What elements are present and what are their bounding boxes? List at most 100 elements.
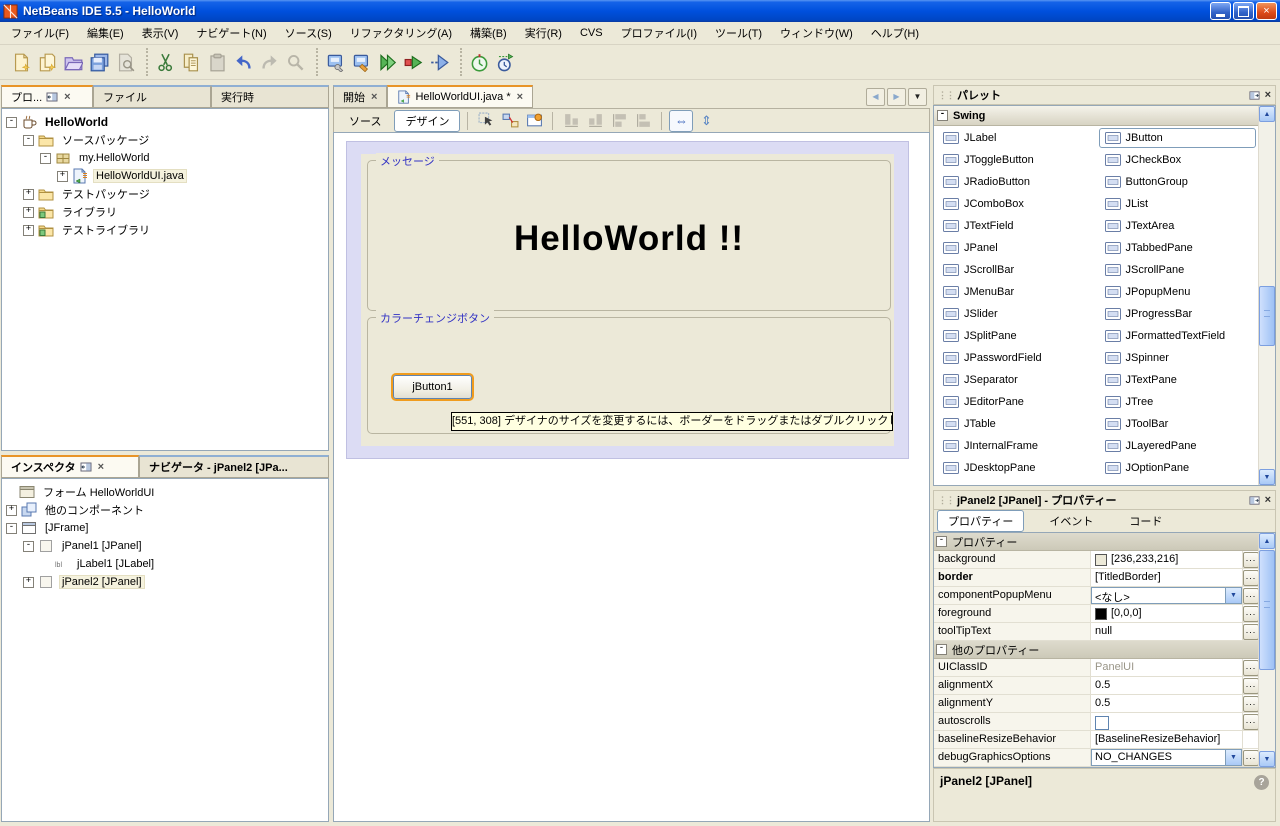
palette-item-jlayeredpane[interactable]: JLayeredPane [1099, 436, 1257, 456]
help-icon[interactable]: ? [1254, 775, 1269, 790]
scroll-tabs-right-icon[interactable]: ▶ [887, 88, 906, 106]
scroll-tabs-left-icon[interactable]: ◀ [866, 88, 885, 106]
palette-item-jformattedtextfield[interactable]: JFormattedTextField [1099, 326, 1257, 346]
property-row-alignmentY[interactable]: alignmentY0.5... [934, 695, 1259, 713]
collapse-section-icon[interactable]: - [936, 536, 947, 547]
palette-item-jprogressbar[interactable]: JProgressBar [1099, 304, 1257, 324]
dock-right-icon[interactable] [1249, 90, 1260, 101]
tab-code[interactable]: コード [1118, 510, 1173, 532]
menu-edit[interactable]: 編集(E) [78, 22, 133, 44]
palette-item-jtree[interactable]: JTree [1099, 392, 1257, 412]
ellipsis-button[interactable]: ... [1243, 750, 1259, 766]
palette-item-jsplitpane[interactable]: JSplitPane [937, 326, 1095, 346]
source-view-button[interactable]: ソース [338, 110, 392, 132]
new-project-icon[interactable] [34, 49, 60, 75]
collapse-section-icon[interactable]: - [936, 644, 947, 655]
close-tab-icon[interactable]: × [517, 91, 523, 103]
property-row-alignmentX[interactable]: alignmentX0.5... [934, 677, 1259, 695]
menu-cvs[interactable]: CVS [571, 24, 612, 42]
property-section-header[interactable]: -他のプロパティー [934, 641, 1259, 659]
tab-events[interactable]: イベント [1038, 510, 1104, 532]
menu-source[interactable]: ソース(S) [276, 22, 341, 44]
scrollbar-thumb[interactable] [1259, 550, 1275, 670]
palette-item-jpopupmenu[interactable]: JPopupMenu [1099, 282, 1257, 302]
inspector-tree-node-2[interactable]: -[JFrame] [2, 519, 328, 537]
property-row-background[interactable]: background[236,233,216]... [934, 551, 1259, 569]
dock-right-icon[interactable] [1249, 495, 1260, 506]
minimize-button[interactable] [1210, 2, 1231, 20]
undo-icon[interactable] [230, 49, 256, 75]
jpanel1-message-panel[interactable]: メッセージ HelloWorld !! [367, 160, 891, 311]
palette-item-jslider[interactable]: JSlider [937, 304, 1095, 324]
profile-attach-icon[interactable] [492, 49, 518, 75]
projects-tree-node-4[interactable]: +テストパッケージ [2, 185, 328, 203]
projects-tree-node-6[interactable]: +テストライブラリ [2, 221, 328, 239]
property-section-header[interactable]: -プロパティー [934, 533, 1259, 551]
dock-window-icon[interactable] [80, 461, 92, 473]
design-canvas[interactable]: メッセージ HelloWorld !! カラーチェンジボタン jButton1 … [333, 132, 930, 822]
tab-list-dropdown-icon[interactable]: ▼ [908, 88, 927, 106]
tree-expander-icon[interactable]: + [57, 171, 68, 182]
auto-resize-vertical-icon[interactable]: ⇕ [695, 111, 717, 131]
palette-item-jlabel[interactable]: JLabel [937, 128, 1095, 148]
property-value[interactable]: NO_CHANGES▼ [1091, 749, 1242, 766]
ellipsis-button[interactable]: ... [1243, 606, 1259, 622]
palette-item-jscrollpane[interactable]: JScrollPane [1099, 260, 1257, 280]
connection-mode-icon[interactable] [499, 111, 521, 131]
scroll-up-icon[interactable]: ▲ [1259, 106, 1275, 122]
scroll-down-icon[interactable]: ▼ [1259, 469, 1275, 485]
palette-item-jscrollbar[interactable]: JScrollBar [937, 260, 1095, 280]
property-value[interactable]: <なし>▼ [1091, 587, 1242, 604]
ellipsis-button[interactable]: ... [1243, 624, 1259, 640]
ellipsis-button[interactable]: ... [1243, 660, 1259, 676]
copy-icon[interactable] [178, 49, 204, 75]
profile-project-icon[interactable] [466, 49, 492, 75]
menu-window[interactable]: ウィンドウ(W) [771, 22, 862, 44]
tab-runtime[interactable]: 実行時 [211, 85, 329, 108]
tree-expander-icon[interactable]: - [6, 117, 17, 128]
palette-item-joptionpane[interactable]: JOptionPane [1099, 458, 1257, 478]
palette-item-jcombobox[interactable]: JComboBox [937, 194, 1095, 214]
tree-expander-icon[interactable]: - [40, 153, 51, 164]
scroll-down-icon[interactable]: ▼ [1259, 751, 1275, 767]
property-value[interactable]: PanelUI [1091, 659, 1242, 676]
palette-item-jtextpane[interactable]: JTextPane [1099, 370, 1257, 390]
tree-expander-icon[interactable]: + [23, 577, 34, 588]
combo-dropdown-icon[interactable]: ▼ [1225, 750, 1241, 765]
close-tab-icon[interactable]: × [371, 91, 377, 103]
new-file-icon[interactable] [8, 49, 34, 75]
property-row-UIClassID[interactable]: UIClassIDPanelUI... [934, 659, 1259, 677]
inspector-tree-node-1[interactable]: +他のコンポーネント [2, 501, 328, 519]
projects-tree-node-0[interactable]: -HelloWorld [2, 113, 328, 131]
palette-item-jseparator[interactable]: JSeparator [937, 370, 1095, 390]
projects-tree-node-2[interactable]: -my.HelloWorld [2, 149, 328, 167]
collapse-section-icon[interactable]: - [937, 110, 948, 121]
property-value[interactable]: [236,233,216] [1091, 551, 1242, 568]
palette-item-jpasswordfield[interactable]: JPasswordField [937, 348, 1095, 368]
jlabel1-helloworld[interactable]: HelloWorld !! [368, 219, 890, 259]
debug-project-icon[interactable] [426, 49, 452, 75]
menu-help[interactable]: ヘルプ(H) [862, 22, 928, 44]
property-combo[interactable]: NO_CHANGES▼ [1091, 749, 1242, 766]
close-tab-icon[interactable]: × [64, 91, 70, 103]
menu-build[interactable]: 構築(B) [461, 22, 516, 44]
palette-item-jtabbedpane[interactable]: JTabbedPane [1099, 238, 1257, 258]
dock-window-icon[interactable] [46, 91, 58, 103]
inspector-tree-node-4[interactable]: lbljLabel1 [JLabel] [2, 555, 328, 573]
menu-run[interactable]: 実行(R) [516, 22, 571, 44]
cut-icon[interactable] [152, 49, 178, 75]
tab-navigator[interactable]: ナビゲータ - jPanel2 [JPa... [139, 455, 329, 478]
tab-projects[interactable]: プロ... × [1, 85, 93, 108]
tab-welcome[interactable]: 開始 × [333, 85, 387, 108]
selection-mode-icon[interactable] [475, 111, 497, 131]
projects-tree-node-5[interactable]: +ライブラリ [2, 203, 328, 221]
palette-item-jtextarea[interactable]: JTextArea [1099, 216, 1257, 236]
projects-tree-node-3[interactable]: +HelloWorldUI.java [2, 167, 328, 185]
ellipsis-button[interactable]: ... [1243, 570, 1259, 586]
property-row-toolTipText[interactable]: toolTipTextnull... [934, 623, 1259, 641]
palette-item-jdesktoppane[interactable]: JDesktopPane [937, 458, 1095, 478]
palette-item-jtoolbar[interactable]: JToolBar [1099, 414, 1257, 434]
property-row-foreground[interactable]: foreground[0,0,0]... [934, 605, 1259, 623]
property-value[interactable]: [0,0,0] [1091, 605, 1242, 622]
tab-files[interactable]: ファイル [93, 85, 211, 108]
